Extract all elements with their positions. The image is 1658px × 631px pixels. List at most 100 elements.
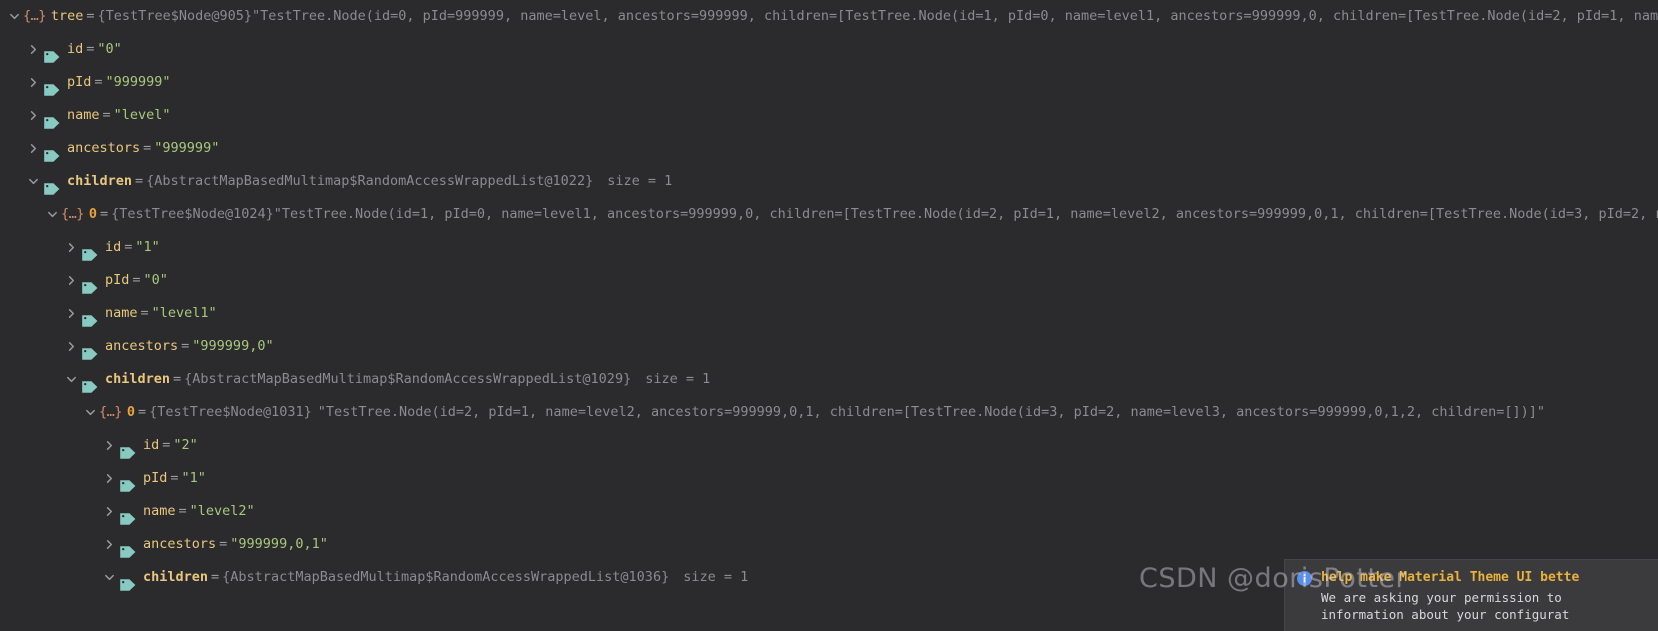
chevron-right-icon[interactable] xyxy=(101,495,118,528)
field-name-label: id xyxy=(105,239,122,255)
chevron-right-icon[interactable] xyxy=(25,99,42,132)
chevron-down-icon[interactable] xyxy=(44,198,61,231)
tree-row[interactable]: children = {AbstractMapBasedMultimap$Rando… xyxy=(0,363,1658,396)
equals-sign: = xyxy=(170,470,179,486)
field-tag-icon xyxy=(118,572,137,591)
collection-size-label: size = 1 xyxy=(607,173,673,189)
equals-sign: = xyxy=(124,239,133,255)
value-label: "TestTree.Node(id=2, pId=1, name=level2,… xyxy=(317,404,1546,420)
tree-row[interactable]: ancestors = "999999,0" xyxy=(0,330,1658,363)
value-label: "1" xyxy=(135,239,160,255)
field-name-label: children xyxy=(143,569,209,585)
value-label: "999999" xyxy=(154,140,220,156)
tree-row[interactable]: name = "level1" xyxy=(0,297,1658,330)
value-label: "level2" xyxy=(189,503,255,519)
array-index-label: 0 xyxy=(88,206,98,222)
tree-row[interactable]: id = "0" xyxy=(0,33,1658,66)
value-label: "TestTree.Node(id=1, pId=0, name=level1,… xyxy=(273,206,1658,222)
equals-sign: = xyxy=(181,338,190,354)
tree-row[interactable]: pId = "999999" xyxy=(0,66,1658,99)
field-name-label: ancestors xyxy=(105,338,179,354)
field-name-label: id xyxy=(67,41,84,57)
field-name-label: ancestors xyxy=(67,140,141,156)
tree-row[interactable]: children = {AbstractMapBasedMultimap$Rando… xyxy=(0,165,1658,198)
debugger-variables-panel: {…} tree = {TestTree$Node@905} "TestTree.Nod… xyxy=(0,0,1658,631)
value-label: "TestTree.Node(id=0, pId=999999, name=le… xyxy=(251,8,1658,24)
tree-row[interactable]: name = "level" xyxy=(0,99,1658,132)
equals-sign: = xyxy=(138,404,147,420)
field-name-label: name xyxy=(105,305,138,321)
notification-text: We are asking your permission to informa… xyxy=(1321,589,1648,623)
value-label: "0" xyxy=(97,41,122,57)
value-label: "0" xyxy=(143,272,168,288)
equals-sign: = xyxy=(162,437,171,453)
field-tag-icon xyxy=(80,275,99,294)
value-label: "2" xyxy=(173,437,198,453)
chevron-right-icon[interactable] xyxy=(63,264,80,297)
tree-row[interactable]: {…} tree = {TestTree$Node@905} "TestTree.Nod… xyxy=(0,0,1658,33)
chevron-right-icon[interactable] xyxy=(63,231,80,264)
field-tag-icon xyxy=(42,143,61,162)
object-braces-icon: {…} xyxy=(61,206,84,222)
chevron-down-icon[interactable] xyxy=(25,165,42,198)
tree-row[interactable]: ancestors = "999999" xyxy=(0,132,1658,165)
value-label: "999999,0,1" xyxy=(230,536,328,552)
object-reference-label: {TestTree$Node@1024} xyxy=(111,206,274,222)
chevron-right-icon[interactable] xyxy=(25,132,42,165)
chevron-right-icon[interactable] xyxy=(63,330,80,363)
equals-sign: = xyxy=(143,140,152,156)
field-name-label: pId xyxy=(143,470,168,486)
equals-sign: = xyxy=(173,371,182,387)
notification-line-2: information about your configurat xyxy=(1321,607,1570,622)
tree-row[interactable]: pId = "1" xyxy=(0,462,1658,495)
equals-sign: = xyxy=(219,536,228,552)
field-tag-icon xyxy=(118,440,137,459)
equals-sign: = xyxy=(132,272,141,288)
object-reference-label: {AbstractMapBasedMultimap$RandomAccessWr… xyxy=(222,569,670,585)
tree-row[interactable]: id = "1" xyxy=(0,231,1658,264)
notification-popup[interactable]: help make Material Theme UI bette We are… xyxy=(1285,560,1658,631)
chevron-right-icon[interactable] xyxy=(101,462,118,495)
field-tag-icon xyxy=(42,44,61,63)
tree-row[interactable]: {…} 0 = {TestTree$Node@1031} "TestTree.Node(… xyxy=(0,396,1658,429)
equals-sign: = xyxy=(94,74,103,90)
chevron-down-icon[interactable] xyxy=(6,0,23,33)
field-tag-icon xyxy=(118,539,137,558)
chevron-right-icon[interactable] xyxy=(25,33,42,66)
value-label: "level1" xyxy=(151,305,217,321)
chevron-right-icon[interactable] xyxy=(101,528,118,561)
value-label: "1" xyxy=(181,470,206,486)
notification-line-1: We are asking your permission to xyxy=(1321,590,1562,605)
value-label: "level" xyxy=(113,107,171,123)
tree-row[interactable]: {…} 0 = {TestTree$Node@1024} "TestTree.Node(… xyxy=(0,198,1658,231)
field-tag-icon xyxy=(80,374,99,393)
field-name-label: name xyxy=(67,107,100,123)
tree-row[interactable]: id = "2" xyxy=(0,429,1658,462)
value-label: "999999,0" xyxy=(192,338,274,354)
object-reference-label: {TestTree$Node@905} xyxy=(97,8,252,24)
field-name-label: id xyxy=(143,437,160,453)
field-tag-icon xyxy=(80,308,99,327)
collection-size-label: size = 1 xyxy=(683,569,749,585)
field-name-label: name xyxy=(143,503,176,519)
tree-row[interactable]: name = "level2" xyxy=(0,495,1658,528)
field-tag-icon xyxy=(80,341,99,360)
object-reference-label: {AbstractMapBasedMultimap$RandomAccessWr… xyxy=(146,173,594,189)
chevron-right-icon[interactable] xyxy=(101,429,118,462)
variables-tree[interactable]: {…} tree = {TestTree$Node@905} "TestTree.Nod… xyxy=(0,0,1658,594)
object-reference-label: {TestTree$Node@1031} xyxy=(149,404,312,420)
equals-sign: = xyxy=(86,8,95,24)
field-tag-icon xyxy=(118,506,137,525)
equals-sign: = xyxy=(135,173,144,189)
chevron-right-icon[interactable] xyxy=(25,66,42,99)
chevron-down-icon[interactable] xyxy=(63,363,80,396)
array-index-label: 0 xyxy=(126,404,136,420)
tree-row[interactable]: pId = "0" xyxy=(0,264,1658,297)
chevron-right-icon[interactable] xyxy=(63,297,80,330)
chevron-down-icon[interactable] xyxy=(82,396,99,429)
chevron-down-icon[interactable] xyxy=(101,561,118,594)
notification-title: help make Material Theme UI bette xyxy=(1321,570,1580,585)
field-tag-icon xyxy=(42,176,61,195)
tree-row[interactable]: ancestors = "999999,0,1" xyxy=(0,528,1658,561)
field-tag-icon xyxy=(42,77,61,96)
